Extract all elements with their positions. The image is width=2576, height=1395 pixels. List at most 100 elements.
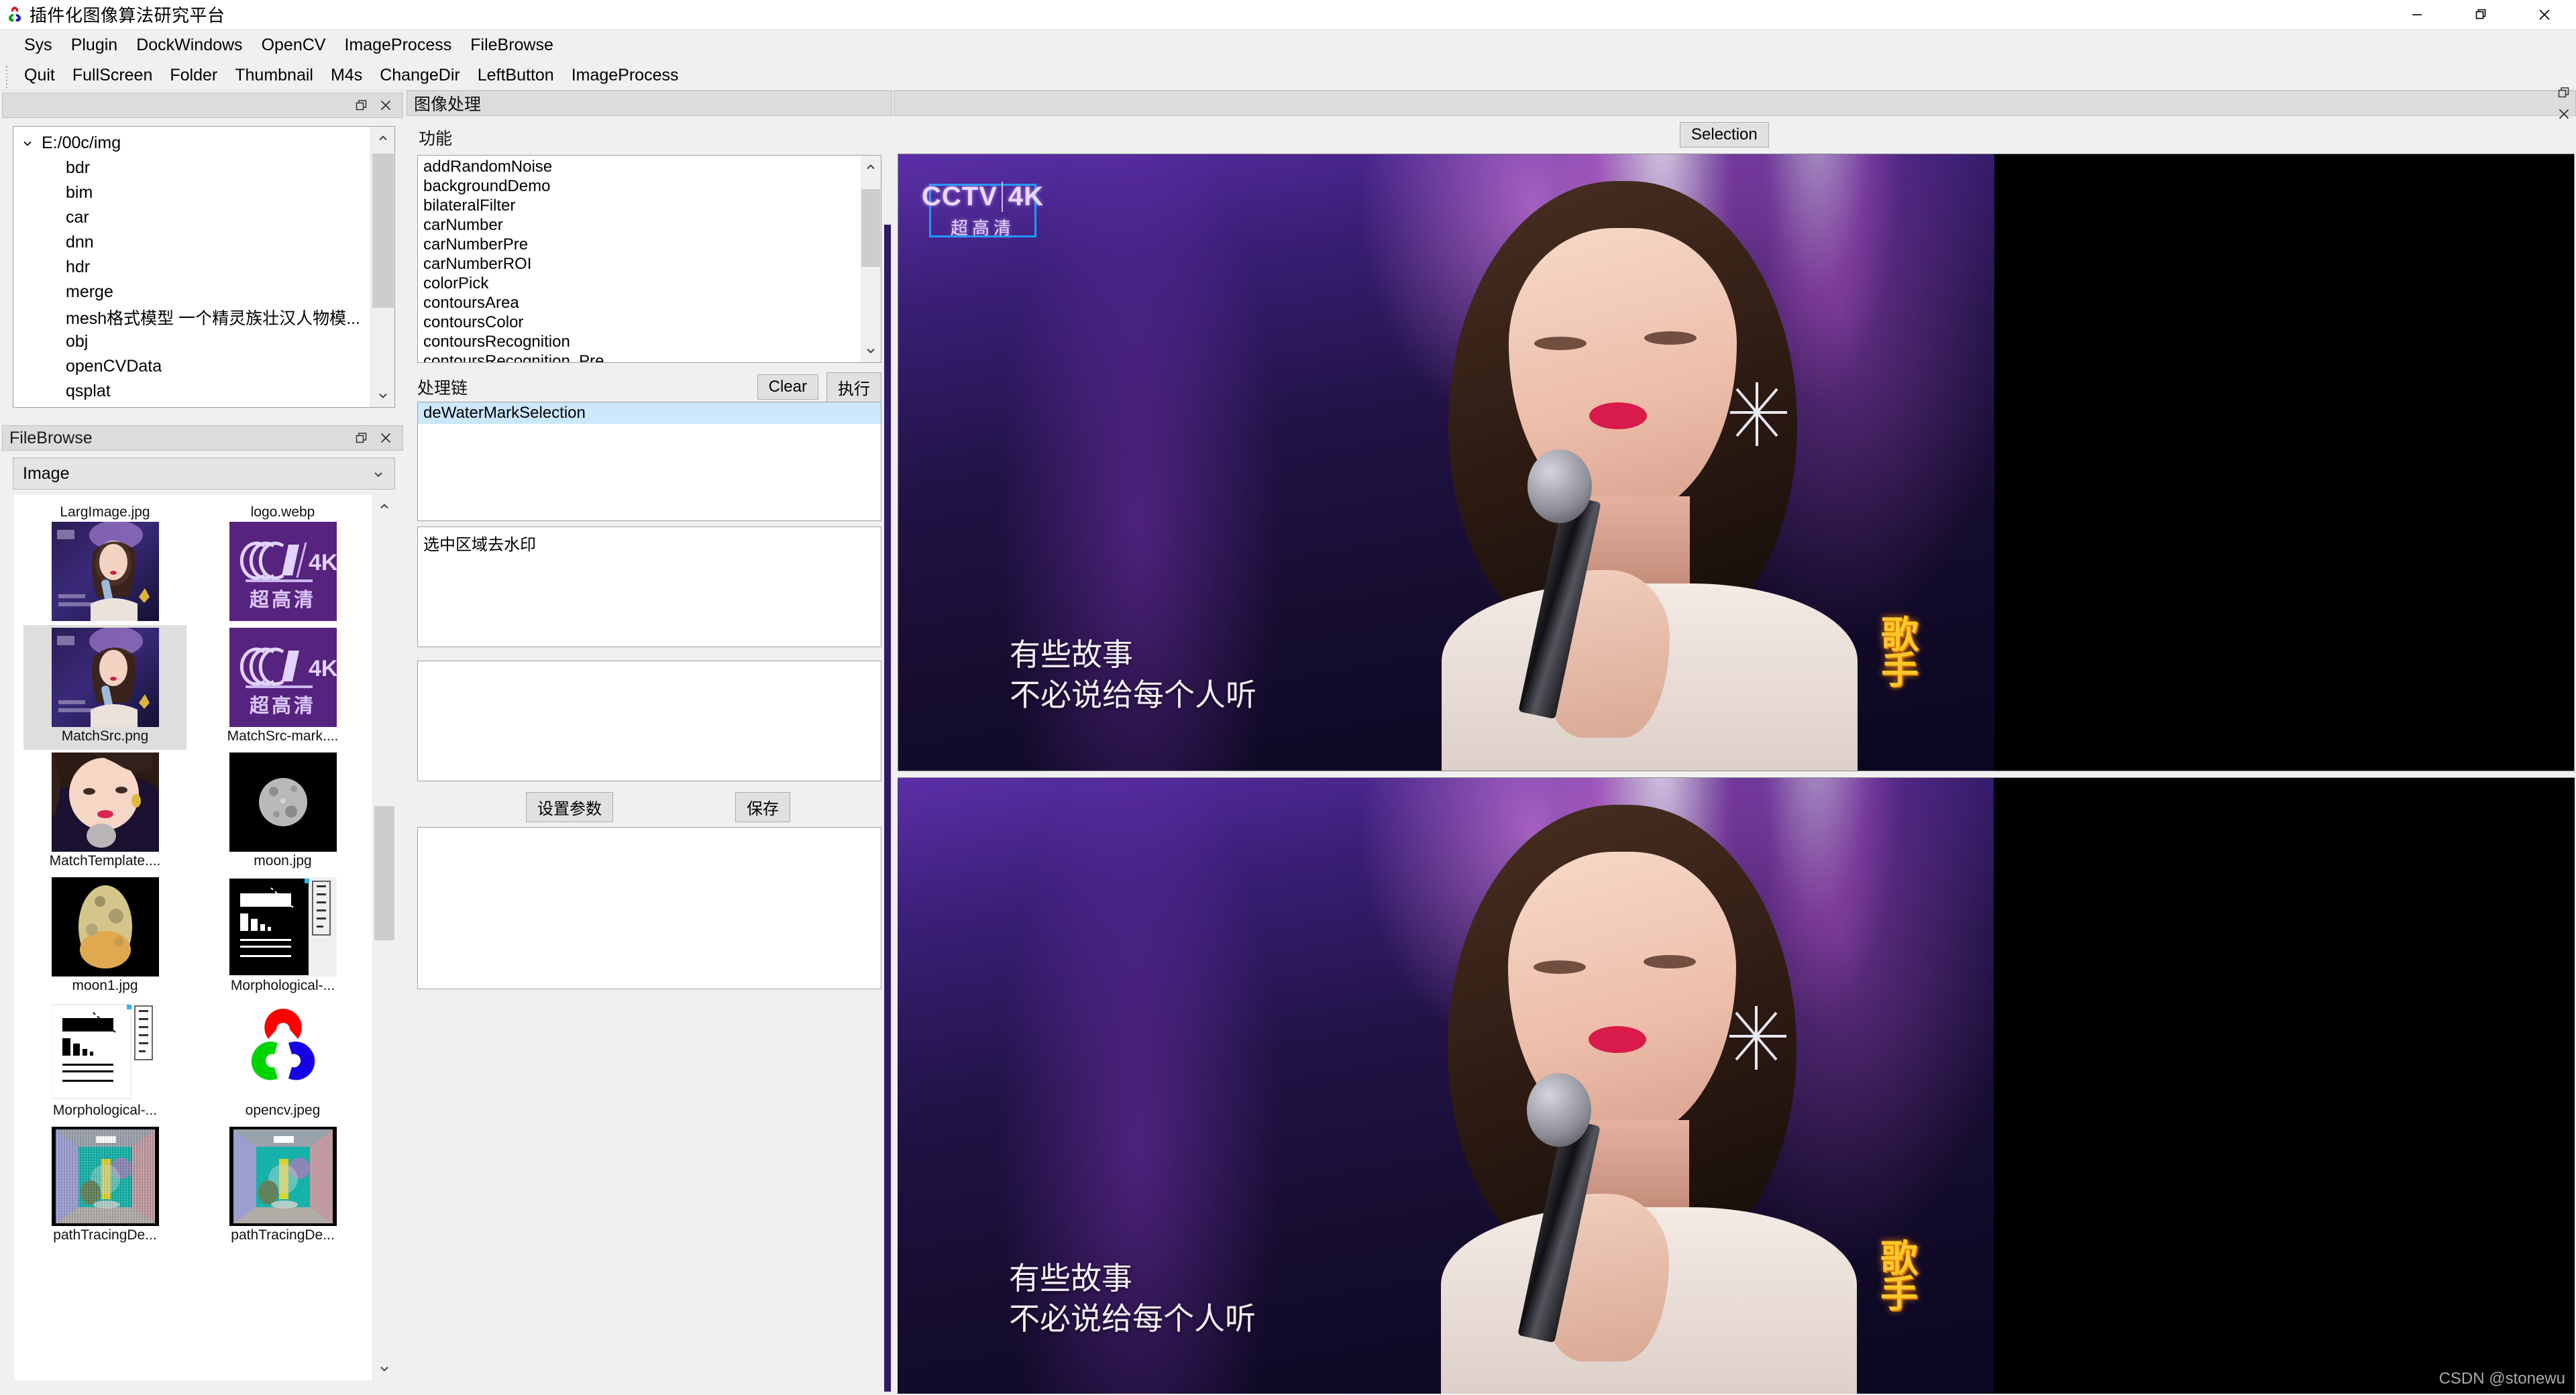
- menu-item-filebrowse[interactable]: FileBrowse: [461, 33, 563, 58]
- function-list-scrollbar[interactable]: [861, 156, 881, 362]
- chevron-down-icon[interactable]: [21, 137, 42, 150]
- function-item[interactable]: carNumberPre: [418, 235, 861, 254]
- thumbnail-item[interactable]: Morphological-...: [201, 875, 364, 999]
- folder-tree-scrollbar[interactable]: [370, 127, 394, 407]
- menu-item-opencv[interactable]: OpenCV: [252, 33, 335, 58]
- float-icon[interactable]: [350, 95, 373, 116]
- thumbnail-item[interactable]: 4K 超高清 MatchSrc-mark....: [201, 625, 364, 750]
- thumbnail-scrollbar[interactable]: [372, 495, 395, 1380]
- tree-node-car[interactable]: car: [13, 205, 370, 230]
- source-image-viewer[interactable]: CCTV 4K 超高清 有些故事 不必说给每个人听 歌 手: [898, 154, 2575, 771]
- selection-button[interactable]: Selection: [1680, 122, 1769, 148]
- tree-node-hdr[interactable]: hdr: [13, 255, 370, 280]
- scroll-up-icon[interactable]: [865, 156, 876, 178]
- thumbnail-item-selected[interactable]: MatchSrc.png: [23, 625, 186, 750]
- scroll-track[interactable]: [861, 178, 881, 339]
- scroll-down-icon[interactable]: [865, 339, 876, 362]
- scroll-up-icon[interactable]: [378, 495, 390, 518]
- log-textarea[interactable]: [417, 827, 881, 989]
- thumbnail-item[interactable]: opencv.jpeg: [201, 999, 364, 1124]
- gold-watermark-char-1: 歌: [1881, 614, 1919, 656]
- subtitle-line-2: 不必说给每个人听: [1010, 677, 1256, 712]
- scroll-down-icon[interactable]: [377, 384, 389, 407]
- menu-item-dockwindows[interactable]: DockWindows: [127, 33, 252, 58]
- thumbnail-item[interactable]: moon1.jpg: [23, 875, 186, 999]
- tree-node-obj[interactable]: obj: [13, 329, 370, 354]
- function-item[interactable]: addRandomNoise: [418, 157, 861, 176]
- thumbnail-item[interactable]: pathTracingDe...: [23, 1124, 186, 1249]
- toolbar-button-thumbnail[interactable]: Thumbnail: [226, 64, 322, 87]
- scroll-up-icon[interactable]: [377, 127, 389, 150]
- function-item[interactable]: carNumberROI: [418, 254, 861, 274]
- chevron-down-icon[interactable]: [372, 464, 385, 484]
- float-icon[interactable]: [2553, 82, 2575, 103]
- set-parameters-button[interactable]: 设置参数: [526, 791, 613, 822]
- microphone-head: [1527, 1073, 1591, 1147]
- function-item[interactable]: contoursArea: [418, 293, 861, 313]
- tree-node-bim[interactable]: bim: [13, 180, 370, 205]
- scroll-thumb[interactable]: [374, 806, 394, 940]
- function-item[interactable]: backgroundDemo: [418, 176, 861, 196]
- menu-item-sys[interactable]: Sys: [15, 33, 62, 58]
- function-item[interactable]: colorPick: [418, 274, 861, 293]
- scroll-track[interactable]: [373, 518, 396, 1357]
- chain-item[interactable]: deWaterMarkSelection: [418, 402, 881, 424]
- menu-item-plugin[interactable]: Plugin: [62, 33, 127, 58]
- thumbnail-item[interactable]: logo.webp 4K 超高清: [201, 500, 364, 625]
- close-icon[interactable]: [374, 95, 397, 116]
- tree-node-qsplat[interactable]: qsplat: [13, 379, 370, 404]
- minimize-icon[interactable]: [2385, 0, 2449, 30]
- tree-node-bdr[interactable]: bdr: [13, 156, 370, 180]
- tree-node-merge[interactable]: merge: [13, 280, 370, 304]
- thumbnail-item[interactable]: MatchTemplate....: [23, 750, 186, 875]
- save-button[interactable]: 保存: [735, 791, 790, 822]
- toolbar-drag-handle[interactable]: [2, 63, 13, 88]
- float-icon[interactable]: [350, 427, 373, 449]
- output-textarea[interactable]: [417, 661, 881, 781]
- function-item[interactable]: bilateralFilter: [418, 196, 861, 215]
- cctv-main-text: CCTV: [921, 182, 998, 211]
- left-dock-column: E:/00c/img bdr bim car dnn hdr merge mes…: [0, 91, 405, 1395]
- thumbnail-item[interactable]: pathTracingDe...: [201, 1124, 364, 1249]
- thumbnail-item[interactable]: moon.jpg: [201, 750, 364, 875]
- scroll-thumb[interactable]: [372, 154, 394, 308]
- toolbar-button-quit[interactable]: Quit: [15, 64, 64, 87]
- tree-node-label: obj: [66, 332, 89, 351]
- gold-watermark: 歌 手: [1880, 1239, 1918, 1313]
- menu-item-imageprocess[interactable]: ImageProcess: [335, 33, 461, 58]
- tree-node-opencvdata[interactable]: openCVData: [13, 354, 370, 379]
- thumbnail-grid-container[interactable]: LargImage.jpg logo.webp 4K 超高清 MatchSrc.…: [14, 495, 395, 1380]
- folder-tree[interactable]: E:/00c/img bdr bim car dnn hdr merge mes…: [13, 126, 395, 408]
- thumbnail-item[interactable]: LargImage.jpg: [23, 500, 186, 625]
- thumbnail-image-moon-gray: [229, 752, 337, 852]
- toolbar-button-folder[interactable]: Folder: [161, 64, 226, 87]
- processing-chain-list[interactable]: deWaterMarkSelection: [417, 402, 881, 521]
- thumbnail-item[interactable]: Morphological-...: [23, 999, 186, 1124]
- scroll-track[interactable]: [371, 150, 395, 384]
- scroll-thumb[interactable]: [861, 189, 880, 267]
- function-item[interactable]: contoursRecognition_Pre: [418, 351, 861, 362]
- toolbar-button-imageprocess[interactable]: ImageProcess: [563, 64, 688, 87]
- function-item[interactable]: contoursRecognition: [418, 332, 861, 351]
- file-type-filter-select[interactable]: Image: [13, 457, 395, 490]
- close-icon[interactable]: [2553, 103, 2575, 125]
- clear-button[interactable]: Clear: [757, 374, 818, 400]
- toolbar-button-changedir[interactable]: ChangeDir: [371, 64, 469, 87]
- function-list[interactable]: addRandomNoise backgroundDemo bilateralF…: [417, 155, 881, 363]
- tree-node-root[interactable]: E:/00c/img: [13, 131, 370, 156]
- tree-node-mesh[interactable]: mesh格式模型 一个精灵族壮汉人物模...: [13, 304, 370, 329]
- result-image-viewer[interactable]: 有些故事 不必说给每个人听 歌 手 CSDN @stonewu: [898, 777, 2575, 1394]
- tree-node-dnn[interactable]: dnn: [13, 230, 370, 255]
- thumbnail-label: moon.jpg: [254, 853, 312, 869]
- toolbar-button-leftbutton[interactable]: LeftButton: [469, 64, 563, 87]
- toolbar-button-fullscreen[interactable]: FullScreen: [64, 64, 162, 87]
- imageprocess-panel-scrollbar[interactable]: [884, 225, 891, 1392]
- scroll-down-icon[interactable]: [378, 1357, 390, 1380]
- maximize-icon[interactable]: [2449, 0, 2512, 30]
- execute-button[interactable]: 执行: [826, 372, 881, 402]
- function-item[interactable]: carNumber: [418, 215, 861, 235]
- close-icon[interactable]: [2512, 0, 2576, 30]
- function-item[interactable]: contoursColor: [418, 313, 861, 332]
- toolbar-button-m4s[interactable]: M4s: [322, 64, 371, 87]
- close-icon[interactable]: [374, 427, 397, 449]
